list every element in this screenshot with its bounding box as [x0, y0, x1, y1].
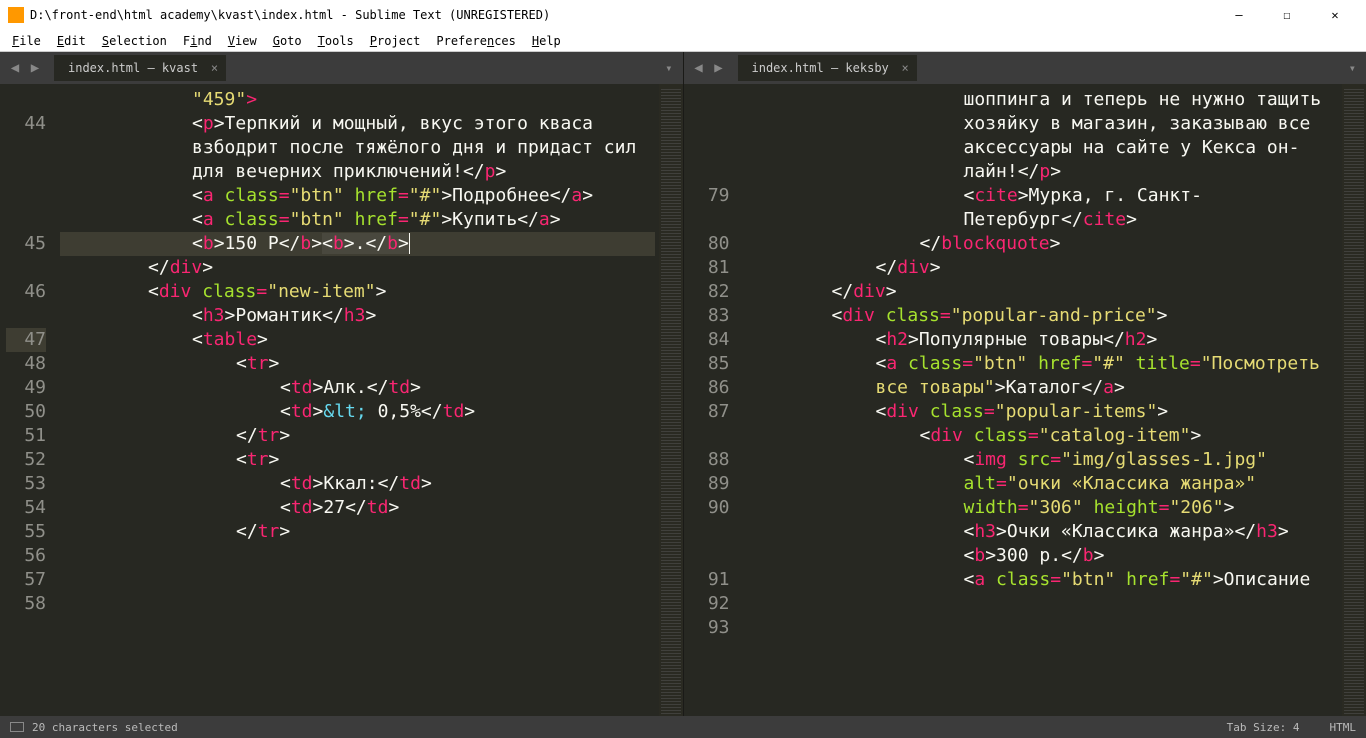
tab-dropdown-icon[interactable]: ▾ [1339, 61, 1366, 75]
split-panes: ◀ ▶ index.html — kvast × ▾ 4445464748495… [0, 52, 1366, 716]
close-icon[interactable]: × [211, 61, 218, 75]
gutter-left: 444546474849505152535455565758 [0, 84, 56, 716]
menu-selection[interactable]: Selection [94, 34, 175, 48]
status-tabsize[interactable]: Tab Size: 4 [1227, 721, 1300, 734]
tab-prev-icon[interactable]: ◀ [690, 59, 708, 77]
menu-goto[interactable]: Goto [265, 34, 310, 48]
menu-preferences[interactable]: Preferences [428, 34, 524, 48]
tab-prev-icon[interactable]: ◀ [6, 59, 24, 77]
tab-dropdown-icon[interactable]: ▾ [655, 61, 682, 75]
tab-bar-left: ◀ ▶ index.html — kvast × ▾ [0, 52, 683, 84]
status-bar: 20 characters selected Tab Size: 4 HTML [0, 716, 1366, 738]
panel-switch-icon[interactable] [10, 722, 24, 732]
status-selection: 20 characters selected [32, 721, 178, 734]
menu-file[interactable]: File [4, 34, 49, 48]
tab-bar-right: ◀ ▶ index.html — keksby × ▾ [684, 52, 1366, 84]
code-right[interactable]: шоппинга и теперь не нужно тащить хозяйк… [740, 84, 1343, 716]
minimize-button[interactable]: — [1216, 0, 1262, 30]
menu-tools[interactable]: Tools [310, 34, 362, 48]
menu-bar: File Edit Selection Find View Goto Tools… [0, 30, 1366, 52]
close-button[interactable]: ✕ [1312, 0, 1358, 30]
minimap-right[interactable] [1342, 84, 1366, 716]
left-pane: ◀ ▶ index.html — kvast × ▾ 4445464748495… [0, 52, 684, 716]
menu-view[interactable]: View [220, 34, 265, 48]
tab-right[interactable]: index.html — keksby × [738, 55, 917, 81]
maximize-button[interactable]: ☐ [1264, 0, 1310, 30]
status-syntax[interactable]: HTML [1330, 721, 1357, 734]
editor-right[interactable]: 798081828384858687888990919293 шоппинга … [684, 84, 1366, 716]
window-controls: — ☐ ✕ [1216, 0, 1358, 30]
tab-next-icon[interactable]: ▶ [26, 59, 44, 77]
title-bar: D:\front-end\html academy\kvast\index.ht… [0, 0, 1366, 30]
menu-edit[interactable]: Edit [49, 34, 94, 48]
code-left[interactable]: "459"><p>Терпкий и мощный, вкус этого кв… [56, 84, 659, 716]
menu-help[interactable]: Help [524, 34, 569, 48]
close-icon[interactable]: × [902, 61, 909, 75]
right-pane: ◀ ▶ index.html — keksby × ▾ 798081828384… [684, 52, 1366, 716]
minimap-left[interactable] [659, 84, 683, 716]
menu-project[interactable]: Project [362, 34, 429, 48]
tab-left[interactable]: index.html — kvast × [54, 55, 226, 81]
window-title: D:\front-end\html academy\kvast\index.ht… [30, 8, 1216, 22]
tab-next-icon[interactable]: ▶ [710, 59, 728, 77]
menu-find[interactable]: Find [175, 34, 220, 48]
app-icon [8, 7, 24, 23]
tab-label: index.html — kvast [68, 61, 198, 75]
gutter-right: 798081828384858687888990919293 [684, 84, 740, 716]
editor-left[interactable]: 444546474849505152535455565758 "459"><p>… [0, 84, 683, 716]
tab-label: index.html — keksby [752, 61, 889, 75]
